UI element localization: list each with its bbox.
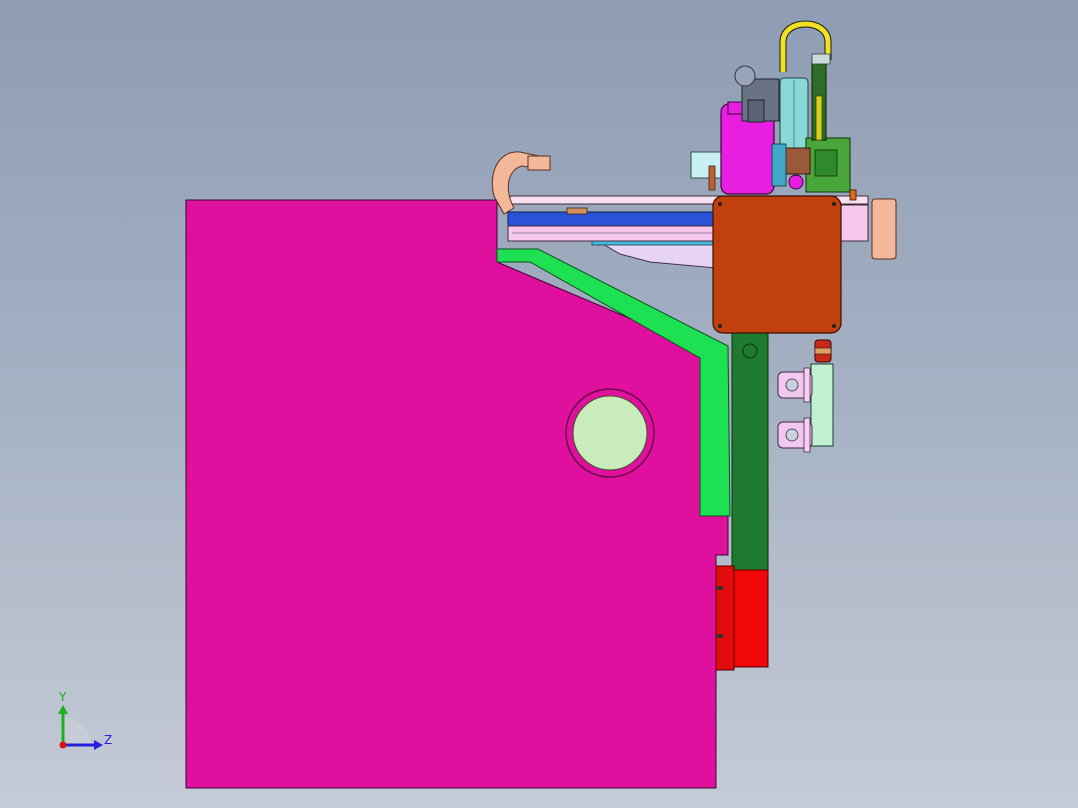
gearbox-bolt [718, 202, 722, 206]
coupling[interactable] [783, 147, 811, 175]
gear-box[interactable] [712, 195, 842, 334]
motor-bracket-tab [708, 165, 716, 191]
hook-bracket [527, 155, 551, 171]
finger-hole [785, 378, 799, 392]
gripper-connector-band [814, 347, 832, 355]
gearbox-bolt [832, 324, 836, 328]
frame-port[interactable] [572, 395, 648, 471]
y-axis-arrowhead [58, 705, 68, 714]
finger-pin [803, 367, 811, 403]
cable-base [811, 53, 831, 65]
cad-viewport[interactable]: Y Z [0, 0, 1078, 808]
main-frame-panel[interactable] [185, 199, 729, 789]
red-block-plate [715, 565, 735, 671]
x-axis-dot [59, 741, 67, 749]
finger-hole [785, 428, 799, 442]
y-axis-label: Y [58, 690, 67, 704]
model-view[interactable]: Y Z [0, 0, 1078, 808]
axis-triad: Y Z [58, 690, 112, 750]
red-block-bolt [717, 634, 723, 638]
z-axis-arrowhead [94, 740, 103, 750]
pink-slide-end [837, 204, 869, 242]
motor-head-notch [747, 99, 765, 123]
gripper-plate[interactable] [810, 363, 834, 447]
coupling-knob[interactable] [788, 174, 804, 190]
small-cyan-block [771, 143, 787, 187]
gearbox-bolt [832, 202, 836, 206]
mount-plate-inner [814, 149, 838, 177]
red-block[interactable] [732, 569, 769, 668]
sensor-knob[interactable] [734, 65, 756, 87]
rail-clip [566, 207, 588, 215]
z-axis-label: Z [104, 733, 112, 747]
finger-pin [803, 417, 811, 453]
triad-xy-arc [63, 717, 91, 745]
orange-pin [849, 189, 857, 201]
gearbox-bolt [718, 324, 722, 328]
motor-bracket[interactable] [690, 151, 726, 179]
red-block-bolt [717, 586, 723, 590]
yellow-bar [815, 95, 823, 141]
end-cap[interactable] [871, 198, 897, 260]
vertical-column[interactable] [731, 331, 769, 571]
